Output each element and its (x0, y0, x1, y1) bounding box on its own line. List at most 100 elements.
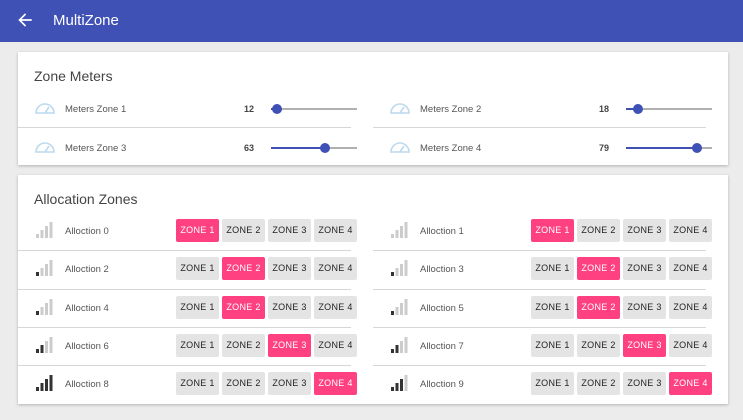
slider-thumb[interactable] (320, 143, 331, 153)
allocation-column-left: Alloction 0 ZONE 1 ZONE 2 ZONE 3 ZONE 4 Alloc… (18, 213, 357, 404)
zone-4-button[interactable]: ZONE 4 (314, 333, 357, 357)
signal-bar (395, 306, 399, 315)
zone-button-group: ZONE 1 ZONE 2 ZONE 3 ZONE 4 (176, 219, 357, 242)
zone-2-button[interactable]: ZONE 2 (222, 295, 265, 319)
zone-1-button[interactable]: ZONE 1 (176, 219, 219, 242)
zone-2-button[interactable]: ZONE 2 (577, 219, 620, 242)
signal-bar (40, 344, 44, 353)
meter-row: Meters Zone 2 18 (373, 89, 712, 128)
zone-3-button[interactable]: ZONE 3 (268, 333, 311, 357)
arrow-left-icon[interactable] (15, 10, 35, 30)
meter-slider[interactable] (271, 104, 357, 114)
signal-bar (36, 387, 39, 392)
zone-2-button[interactable]: ZONE 2 (222, 219, 265, 242)
meters-column-right: Meters Zone 2 18 Meters Zone 4 79 (373, 89, 712, 167)
meter-slider[interactable] (626, 143, 712, 153)
signal-bar (36, 348, 39, 353)
zone-4-button[interactable]: ZONE 4 (669, 372, 712, 396)
zone-1-button[interactable]: ZONE 1 (531, 219, 574, 242)
app-title: MultiZone (53, 12, 119, 29)
zone-2-button[interactable]: ZONE 2 (577, 257, 620, 281)
meter-slider[interactable] (626, 104, 712, 114)
signal-strength-icon (36, 375, 53, 392)
allocation-row: Alloction 5 ZONE 1 ZONE 2 ZONE 3 ZONE 4 (373, 290, 712, 328)
signal-bar (40, 306, 44, 315)
zone-1-button[interactable]: ZONE 1 (531, 333, 574, 357)
meter-row: Meters Zone 1 12 (18, 89, 357, 128)
signal-bar (395, 230, 399, 238)
zone-4-button[interactable]: ZONE 4 (314, 372, 357, 396)
zone-2-button[interactable]: ZONE 2 (222, 372, 265, 396)
meter-row: Meters Zone 4 79 (373, 128, 712, 167)
meter-value: 18 (599, 104, 610, 114)
zone-3-button[interactable]: ZONE 3 (623, 219, 666, 242)
zone-1-button[interactable]: ZONE 1 (176, 257, 219, 281)
zone-2-button[interactable]: ZONE 2 (222, 257, 265, 281)
zone-3-button[interactable]: ZONE 3 (623, 257, 666, 281)
meter-label: Meters Zone 1 (65, 104, 127, 115)
signal-bar (40, 230, 44, 238)
allocation-row: Alloction 7 ZONE 1 ZONE 2 ZONE 3 ZONE 4 (373, 328, 712, 367)
zone-3-button[interactable]: ZONE 3 (268, 295, 311, 319)
meter-gauge-icon (35, 103, 55, 114)
zone-2-button[interactable]: ZONE 2 (577, 372, 620, 396)
zone-3-button[interactable]: ZONE 3 (623, 295, 666, 319)
zone-1-button[interactable]: ZONE 1 (176, 372, 219, 396)
meter-value: 79 (599, 143, 610, 153)
zone-1-button[interactable]: ZONE 1 (531, 295, 574, 319)
signal-bar (400, 379, 403, 392)
allocation-label: Alloction 1 (420, 226, 464, 237)
signal-bar (404, 336, 408, 353)
signal-bar (45, 226, 48, 238)
zone-4-button[interactable]: ZONE 4 (314, 219, 357, 242)
zone-4-button[interactable]: ZONE 4 (314, 295, 357, 319)
zone-4-button[interactable]: ZONE 4 (669, 257, 712, 281)
signal-strength-icon (36, 222, 53, 238)
allocation-row: Alloction 0 ZONE 1 ZONE 2 ZONE 3 ZONE 4 (18, 213, 357, 252)
zone-3-button[interactable]: ZONE 3 (268, 219, 311, 242)
zone-2-button[interactable]: ZONE 2 (577, 333, 620, 357)
zone-4-button[interactable]: ZONE 4 (669, 295, 712, 319)
zone-button-group: ZONE 1 ZONE 2 ZONE 3 ZONE 4 (531, 333, 712, 357)
zone-3-button[interactable]: ZONE 3 (623, 333, 666, 357)
signal-strength-icon (391, 222, 408, 238)
signal-bar (400, 226, 403, 238)
signal-bar (36, 272, 39, 277)
zone-1-button[interactable]: ZONE 1 (176, 333, 219, 357)
signal-bar (45, 340, 48, 353)
signal-bar (36, 310, 39, 315)
allocation-label: Alloction 8 (65, 379, 109, 391)
zone-1-button[interactable]: ZONE 1 (531, 257, 574, 281)
zone-3-button[interactable]: ZONE 3 (268, 257, 311, 281)
signal-bar (400, 302, 403, 315)
signal-bar (45, 264, 48, 277)
signal-bar (36, 234, 39, 238)
zone-4-button[interactable]: ZONE 4 (669, 333, 712, 357)
slider-thumb[interactable] (692, 143, 703, 153)
slider-thumb[interactable] (272, 104, 283, 114)
signal-strength-icon (36, 260, 53, 277)
zone-button-group: ZONE 1 ZONE 2 ZONE 3 ZONE 4 (531, 257, 712, 281)
meter-row: Meters Zone 3 63 (18, 128, 357, 167)
slider-thumb[interactable] (633, 104, 644, 114)
zone-3-button[interactable]: ZONE 3 (268, 372, 311, 396)
allocation-label: Alloction 4 (65, 302, 109, 314)
zone-button-group: ZONE 1 ZONE 2 ZONE 3 ZONE 4 (531, 372, 712, 396)
signal-bar (395, 268, 399, 277)
slider-track[interactable] (271, 108, 357, 110)
zone-button-group: ZONE 1 ZONE 2 ZONE 3 ZONE 4 (176, 372, 357, 396)
zone-2-button[interactable]: ZONE 2 (222, 333, 265, 357)
zone-1-button[interactable]: ZONE 1 (176, 295, 219, 319)
zone-meters-title: Zone Meters (34, 68, 113, 84)
signal-bar (45, 302, 48, 315)
zone-4-button[interactable]: ZONE 4 (314, 257, 357, 281)
signal-strength-icon (36, 298, 53, 315)
meters-column-left: Meters Zone 1 12 Meters Zone 3 63 (18, 89, 357, 167)
meter-slider[interactable] (271, 143, 357, 153)
zone-3-button[interactable]: ZONE 3 (623, 372, 666, 396)
signal-bar (49, 375, 53, 392)
zone-2-button[interactable]: ZONE 2 (577, 295, 620, 319)
allocation-row: Alloction 6 ZONE 1 ZONE 2 ZONE 3 ZONE 4 (18, 328, 357, 367)
zone-1-button[interactable]: ZONE 1 (531, 372, 574, 396)
zone-4-button[interactable]: ZONE 4 (669, 219, 712, 242)
